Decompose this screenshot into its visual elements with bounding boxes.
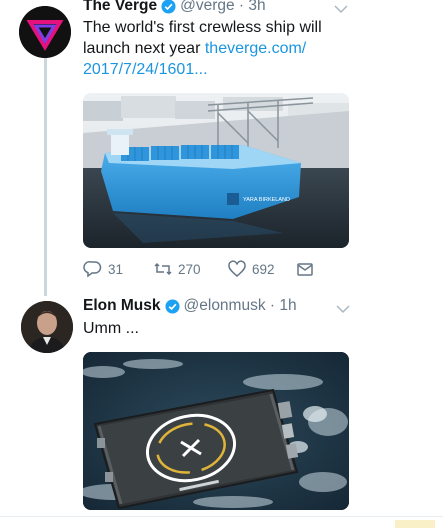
heart-icon (228, 260, 246, 277)
tweet2-media-drone-ship-image[interactable] (83, 352, 349, 510)
tweet1-text: The world's first crewless ship will lau… (83, 17, 353, 80)
reply-button[interactable]: 31 (83, 259, 123, 279)
verge-logo-icon (19, 6, 71, 58)
tweet1-author-name[interactable]: The Verge (83, 0, 157, 15)
tweet2-header: Elon Musk @elonmusk · 1h (83, 297, 297, 315)
crewless-ship-illustration: YARA BIRKELAND (83, 93, 349, 248)
verge-avatar[interactable] (19, 6, 71, 58)
thread-connector-line (44, 58, 47, 296)
divider (0, 516, 443, 517)
retweet-icon (154, 262, 172, 276)
chevron-down-icon[interactable] (336, 304, 350, 314)
chevron-down-icon[interactable] (334, 4, 348, 14)
like-count: 692 (252, 261, 275, 277)
tweet1-media-ship-image[interactable]: YARA BIRKELAND (83, 93, 349, 248)
drone-ship-aerial-photo (83, 352, 349, 510)
tweet2-text: Umm ... (83, 320, 139, 337)
retweet-button[interactable]: 270 (153, 259, 201, 279)
verified-badge-icon (161, 0, 176, 14)
reply-icon (83, 261, 102, 278)
verified-badge-icon (164, 298, 180, 314)
elon-musk-avatar[interactable] (21, 301, 73, 353)
direct-message-button[interactable] (295, 259, 315, 279)
tweet1-handle-time[interactable]: @verge · 3h (180, 0, 266, 15)
tweet1-header: The Verge @verge · 3h (83, 0, 266, 15)
retweet-count: 270 (178, 261, 201, 277)
tweet2-author-name[interactable]: Elon Musk (83, 297, 161, 315)
ship-hull-label: YARA BIRKELAND (243, 197, 290, 203)
like-button[interactable]: 692 (227, 259, 275, 279)
tweet1-action-bar: 31 270 692 (83, 259, 323, 281)
watermark-strip (395, 520, 435, 528)
reply-count: 31 (108, 261, 124, 277)
envelope-icon (297, 263, 313, 276)
profile-photo (21, 301, 73, 353)
tweet2-handle-time[interactable]: @elonmusk · 1h (184, 297, 297, 315)
